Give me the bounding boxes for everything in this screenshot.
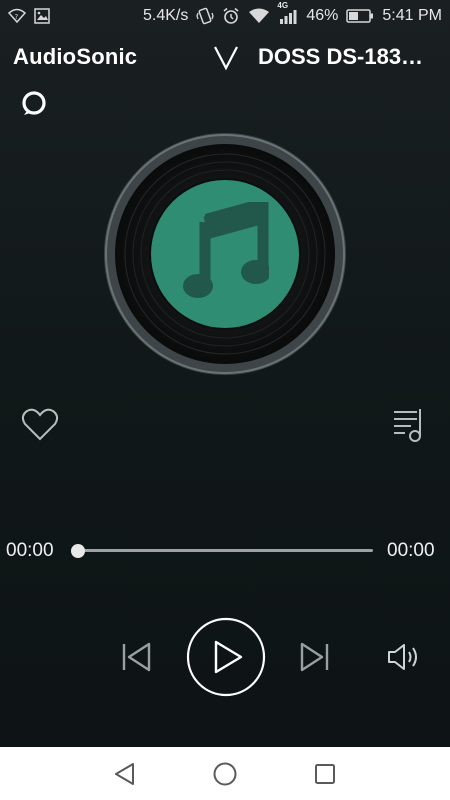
music-note-icon xyxy=(183,198,271,302)
total-time: 00:00 xyxy=(387,540,435,561)
volume-icon[interactable] xyxy=(386,639,422,675)
status-right: 5.4K/s 4G 46% 5:41 PM xyxy=(143,1,442,25)
play-button[interactable] xyxy=(186,617,266,697)
image-icon xyxy=(34,8,50,24)
vibrate-icon xyxy=(196,7,215,25)
cell-signal-icon: 4G xyxy=(277,1,298,25)
alexa-ring-icon[interactable] xyxy=(20,89,48,117)
play-icon xyxy=(186,617,266,697)
wifi-icon xyxy=(248,8,270,24)
clock: 5:41 PM xyxy=(382,7,442,24)
signal-tag: 4G xyxy=(277,1,289,10)
battery-icon xyxy=(346,9,374,23)
device-name[interactable]: DOSS DS-183… xyxy=(258,44,444,70)
status-left: ? xyxy=(8,8,50,24)
alarm-icon xyxy=(222,7,240,25)
top-bar: AudioSonic DOSS DS-183… xyxy=(0,40,450,78)
status-bar: ? 5.4K/s 4G 46% 5:41 PM xyxy=(0,0,450,32)
system-nav-bar xyxy=(0,747,450,800)
recents-square-icon[interactable] xyxy=(312,761,338,787)
skip-next-icon[interactable] xyxy=(298,640,330,674)
chevron-down-icon[interactable] xyxy=(211,42,241,72)
back-triangle-icon[interactable] xyxy=(112,761,138,787)
playlist-icon[interactable] xyxy=(391,406,427,444)
svg-text:?: ? xyxy=(15,13,19,21)
seek-bar[interactable] xyxy=(78,549,373,552)
home-circle-icon[interactable] xyxy=(212,761,238,787)
skip-previous-icon[interactable] xyxy=(121,640,153,674)
elapsed-time: 00:00 xyxy=(6,540,54,561)
network-speed: 5.4K/s xyxy=(143,7,189,24)
app-title: AudioSonic xyxy=(13,44,138,69)
wifi-question-icon: ? xyxy=(8,8,26,24)
heart-icon[interactable] xyxy=(21,406,59,444)
battery-percent: 46% xyxy=(306,7,339,24)
seek-thumb[interactable] xyxy=(71,544,85,558)
